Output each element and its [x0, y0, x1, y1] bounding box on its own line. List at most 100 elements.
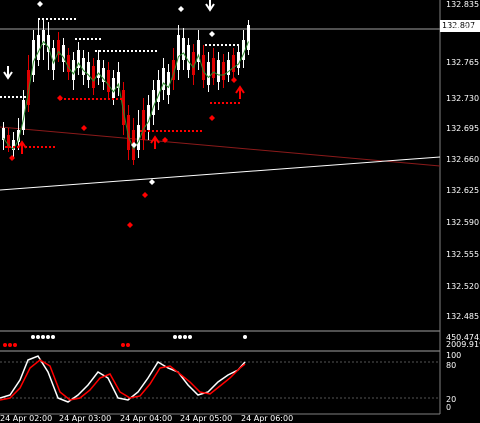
resistance-dots: [147, 50, 149, 52]
support-dots: [238, 102, 240, 104]
resistance-dots: [99, 38, 101, 40]
support-dots: [33, 146, 35, 148]
support-dots: [226, 102, 228, 104]
resistance-dots: [12, 96, 14, 98]
candlestick-series[interactable]: [2, 18, 250, 165]
resistance-dots: [95, 50, 97, 52]
signal-diamond: [178, 6, 184, 12]
support-dots: [218, 102, 220, 104]
price-tick-label: 132.625: [446, 186, 480, 195]
chart-canvas[interactable]: [0, 0, 480, 423]
signal-diamond: [142, 192, 148, 198]
price-tick-label: 132.660: [446, 155, 480, 164]
price-tick-label: 132.555: [446, 250, 480, 259]
candle-body: [217, 60, 220, 82]
resistance-dots: [115, 50, 117, 52]
resistance-dots: [4, 96, 6, 98]
support-dots: [180, 130, 182, 132]
mini-dot: [183, 335, 187, 339]
candle-body: [82, 58, 85, 75]
candle-body: [112, 78, 115, 98]
support-dots: [37, 146, 39, 148]
resistance-dots: [74, 18, 76, 20]
stochastic-oscillator: [0, 355, 440, 403]
support-dots: [104, 98, 106, 100]
candle-body: [92, 66, 95, 88]
resistance-dots: [233, 44, 235, 46]
resistance-dots: [58, 18, 60, 20]
support-dots: [184, 130, 186, 132]
support-dots: [72, 98, 74, 100]
candle-body: [177, 35, 180, 70]
support-dots: [196, 130, 198, 132]
mini-dot: [41, 335, 45, 339]
candle-body: [232, 55, 235, 72]
support-dots: [152, 130, 154, 132]
price-tick-label: 132.520: [446, 282, 480, 291]
time-label-0400: 24 Apr 04:00: [120, 414, 173, 423]
support-dots: [210, 102, 212, 104]
resistance-dots: [119, 50, 121, 52]
resistance-dots: [24, 96, 26, 98]
mini-dot: [31, 335, 35, 339]
resistance-dots: [213, 44, 215, 46]
support-dots: [200, 130, 202, 132]
resistance-dots: [0, 96, 2, 98]
support-dots: [148, 130, 150, 132]
resistance-dots: [221, 44, 223, 46]
support-dots: [214, 102, 216, 104]
resistance-dots: [107, 50, 109, 52]
mini-axis-label-2: 2009.919: [446, 340, 480, 349]
osc-signal-line: [0, 359, 246, 401]
support-dots: [45, 146, 47, 148]
support-dots: [92, 98, 94, 100]
support-dots: [5, 146, 7, 148]
resistance-dots: [237, 44, 239, 46]
candle-body: [152, 90, 155, 115]
price-tick-label: 132.590: [446, 218, 480, 227]
candle-body: [212, 58, 215, 78]
support-dots: [100, 98, 102, 100]
support-dots: [112, 98, 114, 100]
support-dots: [156, 130, 158, 132]
resistance-dots: [139, 50, 141, 52]
resistance-dots: [225, 44, 227, 46]
resistance-dots: [151, 50, 153, 52]
ma-polyline: [3, 40, 249, 151]
time-label-0300: 24 Apr 03:00: [59, 414, 112, 423]
support-dots: [49, 146, 51, 148]
mini-indicator-dots: [3, 335, 247, 347]
candle-body: [237, 52, 240, 68]
resistance-dots: [135, 50, 137, 52]
mini-dot: [126, 343, 130, 347]
resistance-dots: [83, 38, 85, 40]
support-dots: [230, 102, 232, 104]
candle-body: [157, 80, 160, 102]
time-label-0500: 24 Apr 05:00: [180, 414, 233, 423]
trend-line-red[interactable]: [0, 126, 441, 167]
candle-body: [182, 38, 185, 60]
candle-body: [192, 52, 195, 75]
resistance-dots: [123, 50, 125, 52]
resistance-dots: [95, 38, 97, 40]
support-dots: [64, 98, 66, 100]
support-dots: [41, 146, 43, 148]
candle-body: [207, 62, 210, 85]
trend-line-white[interactable]: [0, 156, 441, 191]
signal-diamond: [231, 77, 237, 83]
osc-axis-100: 100: [446, 351, 462, 360]
candle-body: [107, 70, 110, 92]
resistance-dots: [66, 18, 68, 20]
time-label-0600: 24 Apr 06:00: [241, 414, 294, 423]
resistance-dots: [127, 50, 129, 52]
candle-body: [142, 110, 145, 140]
resistance-dots: [111, 50, 113, 52]
resistance-dots: [16, 96, 18, 98]
resistance-dots: [38, 18, 40, 20]
buy-arrow-icon: [17, 140, 27, 154]
resistance-dots: [143, 50, 145, 52]
candle-body: [187, 45, 190, 70]
resistance-dots: [62, 18, 64, 20]
signal-diamond: [149, 179, 155, 185]
mini-dot: [243, 335, 247, 339]
